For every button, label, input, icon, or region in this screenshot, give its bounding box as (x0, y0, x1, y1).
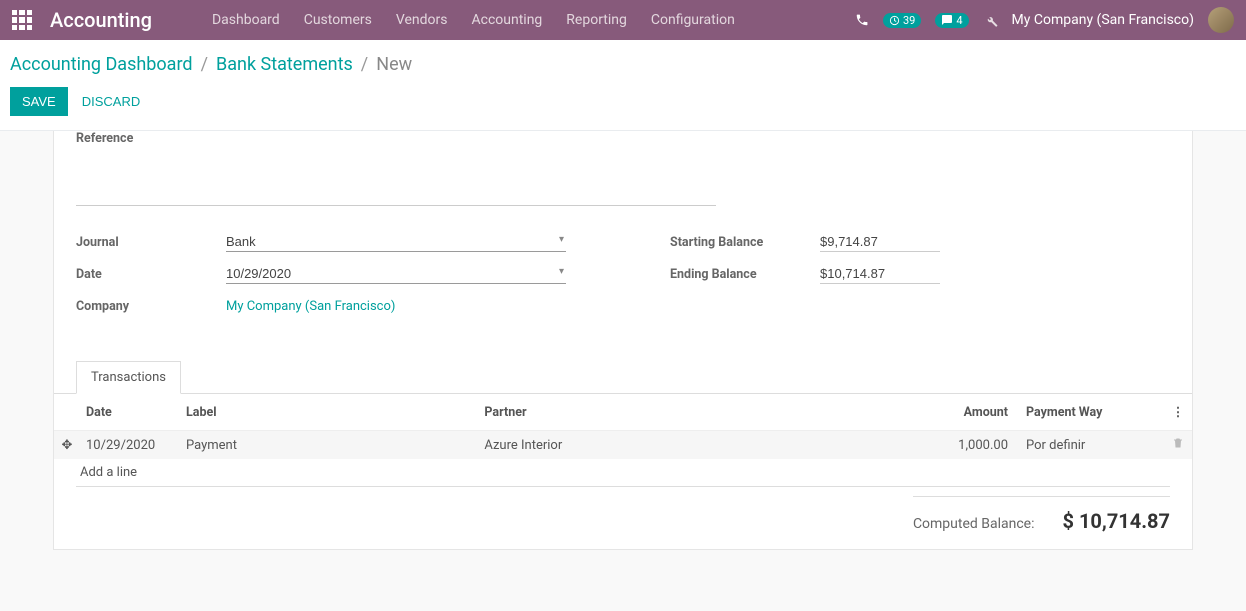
date-input[interactable] (226, 264, 566, 284)
journal-select[interactable]: ▾ (226, 232, 566, 252)
discard-button[interactable]: DISCARD (82, 94, 141, 109)
breadcrumb-leaf: New (376, 54, 412, 75)
th-date: Date (80, 394, 180, 431)
save-button[interactable]: SAVE (10, 87, 68, 116)
nav-menu: Dashboard Customers Vendors Accounting R… (200, 2, 747, 38)
activity-count: 39 (903, 14, 915, 27)
th-label: Label (180, 394, 478, 431)
journal-label: Journal (76, 235, 226, 250)
cell-payment-way[interactable]: Por definir (1014, 431, 1164, 460)
messages-count: 4 (956, 14, 962, 27)
breadcrumb: Accounting Dashboard / Bank Statements /… (0, 40, 1246, 81)
company-label: Company (76, 299, 226, 314)
nav-item-dashboard[interactable]: Dashboard (200, 2, 292, 38)
navbar: Accounting Dashboard Customers Vendors A… (0, 0, 1246, 40)
transactions-table: Date Label Partner Amount Payment Way ⋮ … (54, 394, 1192, 486)
form-sheet: Reference Journal ▾ Date (53, 131, 1193, 550)
phone-icon[interactable] (855, 13, 869, 27)
journal-input[interactable] (226, 232, 566, 252)
tabs: Transactions (54, 360, 1192, 394)
reference-input[interactable] (76, 182, 716, 206)
date-select[interactable]: ▾ (226, 264, 566, 284)
nav-item-customers[interactable]: Customers (292, 2, 384, 38)
cell-partner[interactable]: Azure Interior (478, 431, 904, 460)
starting-balance-label: Starting Balance (670, 235, 820, 250)
breadcrumb-root[interactable]: Accounting Dashboard (10, 54, 193, 75)
cell-label[interactable]: Payment (180, 431, 478, 460)
brand[interactable]: Accounting (50, 8, 152, 32)
ending-balance-input[interactable] (820, 264, 940, 284)
nav-item-reporting[interactable]: Reporting (554, 2, 639, 38)
avatar[interactable] (1208, 7, 1234, 33)
nav-item-configuration[interactable]: Configuration (639, 2, 747, 38)
nav-right: 39 4 My Company (San Francisco) (855, 7, 1234, 33)
add-line-link[interactable]: Add a line (80, 459, 1192, 486)
drag-handle-icon[interactable]: ✥ (54, 431, 80, 460)
column-options-icon[interactable]: ⋮ (1164, 394, 1192, 431)
cell-amount[interactable]: 1,000.00 (904, 431, 1014, 460)
cell-date[interactable]: 10/29/2020 (80, 431, 180, 460)
activity-badge[interactable]: 39 (883, 13, 921, 28)
tab-transactions[interactable]: Transactions (76, 361, 181, 394)
nav-item-vendors[interactable]: Vendors (384, 2, 460, 38)
apps-icon[interactable] (12, 10, 32, 30)
company-link[interactable]: My Company (San Francisco) (226, 299, 395, 314)
th-amount: Amount (904, 394, 1014, 431)
th-payment-way: Payment Way (1014, 394, 1164, 431)
starting-balance-input[interactable] (820, 232, 940, 252)
action-bar: SAVE DISCARD (0, 81, 1246, 131)
date-label: Date (76, 267, 226, 282)
messages-badge[interactable]: 4 (935, 13, 968, 28)
company-switcher[interactable]: My Company (San Francisco) (1012, 12, 1194, 28)
trash-icon[interactable] (1164, 431, 1192, 460)
nav-item-accounting[interactable]: Accounting (459, 2, 554, 38)
ending-balance-label: Ending Balance (670, 267, 820, 282)
totals-row: Computed Balance: $ 10,714.87 (76, 486, 1170, 533)
breadcrumb-mid[interactable]: Bank Statements (216, 54, 353, 75)
computed-balance-value: $ 10,714.87 (1063, 509, 1171, 533)
reference-label: Reference (76, 131, 1170, 146)
breadcrumb-sep: / (201, 54, 208, 75)
content-scroll[interactable]: Reference Journal ▾ Date (0, 131, 1246, 611)
wrench-icon[interactable] (983, 13, 998, 28)
computed-balance-label: Computed Balance: (913, 516, 1035, 532)
th-partner: Partner (478, 394, 904, 431)
breadcrumb-sep: / (361, 54, 368, 75)
table-row[interactable]: ✥ 10/29/2020 Payment Azure Interior 1,00… (54, 431, 1192, 460)
